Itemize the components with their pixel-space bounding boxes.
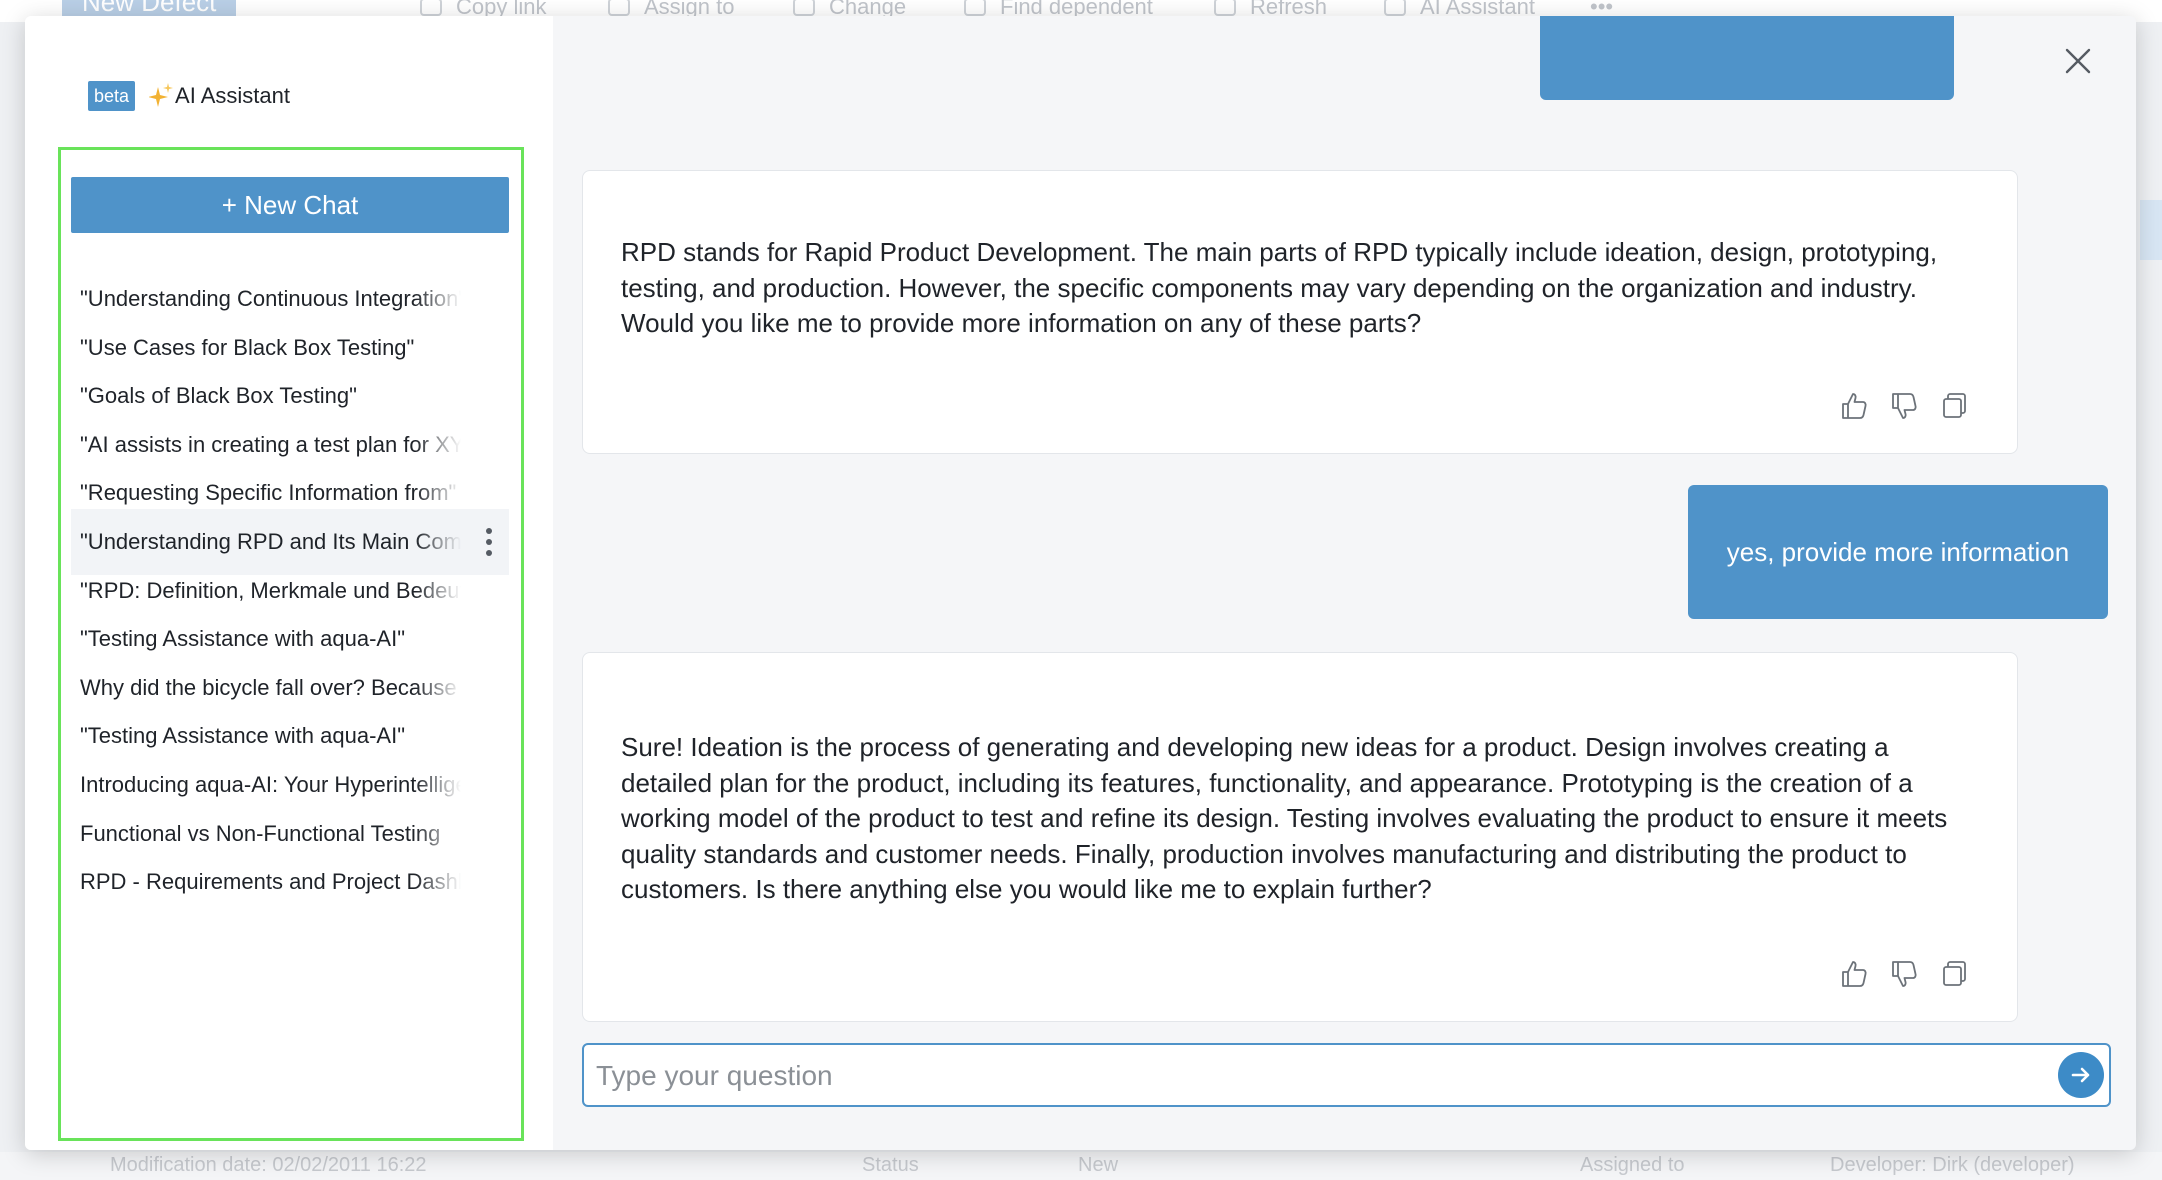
copy-icon[interactable]	[1939, 959, 1969, 989]
link-icon	[420, 0, 442, 16]
close-icon[interactable]	[2063, 46, 2093, 76]
thumbs-down-icon[interactable]	[1889, 391, 1919, 421]
background-status-label: Status	[862, 1154, 919, 1176]
assistant-header: beta AI Assistant	[88, 81, 290, 111]
user-message: yes, provide more information	[1688, 485, 2108, 619]
background-strip	[2140, 200, 2162, 260]
thumbs-down-icon[interactable]	[1889, 959, 1919, 989]
thumbs-up-icon[interactable]	[1839, 959, 1869, 989]
user-message-bubble-previous	[1540, 16, 1954, 100]
assistant-message: Sure! Ideation is the process of generat…	[582, 652, 2018, 1022]
assistant-message-text: Sure! Ideation is the process of generat…	[621, 732, 1948, 904]
beta-badge: beta	[88, 81, 136, 111]
chat-history-panel: + New Chat "Understanding Continuous Int…	[58, 147, 524, 1141]
assistant-message: RPD stands for Rapid Product Development…	[582, 170, 2018, 454]
sparkle-icon	[149, 83, 174, 107]
user-message-text: yes, provide more information	[1726, 536, 2070, 567]
chat-history-item-label: RPD - Requirements and Project Dashboard	[80, 869, 461, 895]
assistant-message-text: RPD stands for Rapid Product Development…	[621, 237, 1938, 338]
send-button[interactable]	[2058, 1052, 2104, 1098]
chat-sidebar: beta AI Assistant + New Chat "Understand…	[25, 16, 553, 1150]
background-modification-date: Modification date: 02/02/2011 16:22	[110, 1154, 427, 1176]
arrow-right-icon	[2071, 1067, 2090, 1083]
background-assigned-value: Developer: Dirk (developer)	[1830, 1154, 2075, 1176]
background-footer: Modification date: 02/02/2011 16:22 Stat…	[0, 1152, 2162, 1180]
ai-assistant-dialog: beta AI Assistant + New Chat "Understand…	[25, 16, 2136, 1150]
search-icon	[964, 0, 986, 16]
refresh-icon	[1214, 0, 1236, 16]
message-actions	[1839, 959, 1969, 989]
new-chat-button[interactable]: + New Chat	[71, 177, 509, 233]
question-input-wrapper	[582, 1043, 2111, 1107]
sparkle-icon	[1384, 0, 1406, 16]
copy-icon[interactable]	[1939, 391, 1969, 421]
question-input[interactable]	[594, 1045, 2038, 1107]
user-icon	[608, 0, 630, 16]
chat-history-item[interactable]: RPD - Requirements and Project Dashboard	[71, 849, 509, 915]
background-status-value: New	[1078, 1154, 1119, 1176]
thumbs-up-icon[interactable]	[1839, 391, 1869, 421]
more-vertical-icon[interactable]	[485, 528, 493, 556]
assistant-title: AI Assistant	[175, 83, 290, 108]
message-actions	[1839, 391, 1969, 421]
edit-icon	[793, 0, 815, 16]
background-assigned-label: Assigned to	[1580, 1154, 1685, 1176]
